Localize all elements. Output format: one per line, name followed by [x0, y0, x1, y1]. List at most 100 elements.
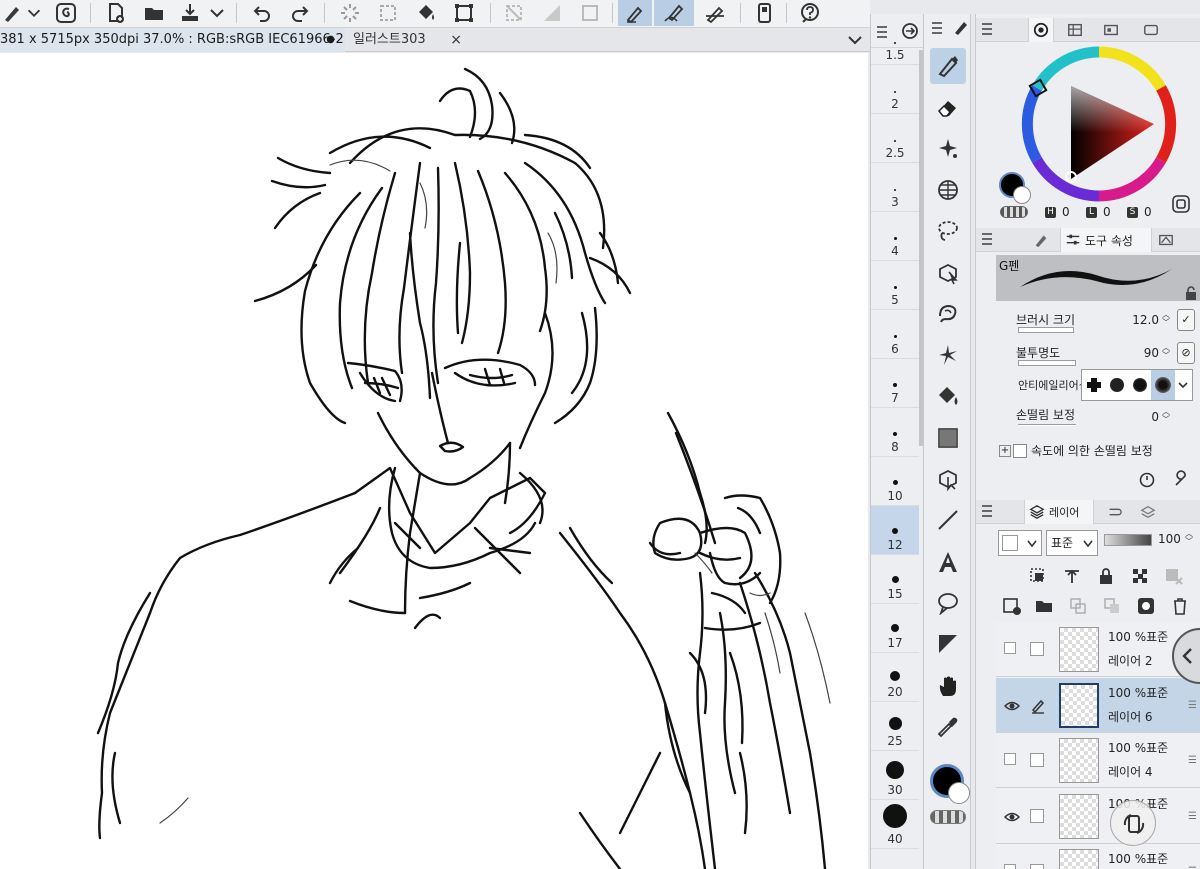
document-tab-active[interactable]: 381 x 5715px 350dpi 37.0% : RGB:sRGB IEC…: [0, 28, 345, 52]
velocity-stabilization-checkbox[interactable]: [1013, 443, 1027, 458]
transfer-down-icon[interactable]: [1068, 596, 1088, 616]
tab-intermediate-color-icon[interactable]: [1098, 18, 1124, 42]
drag-handle-icon[interactable]: ☰: [1188, 700, 1197, 711]
stabilization-icon[interactable]: [654, 0, 694, 26]
balloon-tool-icon[interactable]: [930, 585, 966, 621]
blob-brush-tool-icon[interactable]: [930, 296, 966, 332]
blend-mode-select[interactable]: 표준: [1046, 530, 1098, 556]
layer-row[interactable]: 100 %표준레이어 2☰: [996, 622, 1200, 677]
brush-size-value[interactable]: 12.0: [1132, 313, 1159, 327]
antialias-strong-icon[interactable]: [1151, 370, 1175, 400]
clip-studio-icon[interactable]: [50, 0, 82, 26]
document-tab-illust303[interactable]: 일러스트303 ×: [345, 28, 470, 52]
brush-size-option[interactable]: 8: [871, 408, 919, 457]
brush-size-spinner[interactable]: ︿ ﹀: [1161, 311, 1171, 329]
tab-layer-property-icon[interactable]: [1100, 500, 1128, 524]
line-tool-icon[interactable]: [930, 502, 966, 538]
pen-tab-icon[interactable]: [952, 18, 970, 36]
help-icon[interactable]: [794, 0, 826, 26]
mask-icon[interactable]: [1164, 566, 1184, 586]
tab-sub-tool-icon[interactable]: [1028, 228, 1054, 252]
brush-size-option[interactable]: 6: [871, 310, 919, 359]
drawing-canvas[interactable]: [0, 53, 868, 869]
brush-size-option[interactable]: 5: [871, 261, 919, 310]
layer-row[interactable]: 100 %표준 레이어 6 ☰: [996, 677, 1200, 733]
layer-row[interactable]: 100 %표준☰: [996, 788, 1200, 844]
visibility-checkbox[interactable]: [1004, 864, 1020, 869]
layer-checkbox[interactable]: [1030, 864, 1044, 869]
panel-grip-icon[interactable]: [982, 23, 992, 35]
undo-icon[interactable]: [246, 0, 278, 26]
brush-size-option[interactable]: 3: [871, 163, 919, 212]
new-raster-layer-icon[interactable]: [1002, 596, 1022, 616]
tab-color-set-icon[interactable]: [1062, 18, 1088, 42]
brush-size-option[interactable]: 7: [871, 359, 919, 408]
layer-checkbox[interactable]: [1030, 753, 1044, 767]
clear-selection-icon[interactable]: [372, 0, 404, 26]
tab-layer-search-icon[interactable]: [1134, 500, 1162, 524]
layer-thumbnail[interactable]: [1059, 682, 1099, 728]
merge-down-icon[interactable]: [1102, 596, 1122, 616]
new-file-icon[interactable]: [100, 0, 132, 26]
pressure-toggle-icon[interactable]: ✓: [1177, 309, 1195, 331]
tab-brush-shape-icon[interactable]: [1152, 228, 1180, 252]
layer-row[interactable]: 100 %표준☰: [996, 844, 1200, 869]
close-icon[interactable]: ×: [450, 28, 462, 52]
background-color-swatch[interactable]: [1013, 186, 1031, 204]
brush-size-option[interactable]: 30: [871, 751, 919, 800]
ruler-snap-icon[interactable]: [536, 0, 568, 26]
eye-icon[interactable]: [1003, 698, 1021, 712]
brush-size-option[interactable]: 4: [871, 212, 919, 261]
opacity-no-entry-icon[interactable]: ⊘: [1177, 342, 1195, 364]
ruler-icon[interactable]: [698, 0, 732, 26]
layer-opacity-slider[interactable]: [1104, 534, 1152, 546]
layer-thumbnail[interactable]: [1059, 793, 1099, 839]
opacity-slider[interactable]: [1018, 360, 1076, 366]
frame-tool-icon[interactable]: [930, 626, 966, 662]
layer-color-select[interactable]: [998, 530, 1042, 556]
stabilization-slider[interactable]: [1018, 424, 1076, 426]
loading-icon[interactable]: [334, 0, 366, 26]
layer-checkbox[interactable]: [1030, 642, 1044, 656]
expand-icon[interactable]: +: [999, 444, 1011, 457]
brush-size-slider[interactable]: [1018, 327, 1074, 333]
sub-color-swatch[interactable]: [948, 782, 970, 804]
brush-size-option[interactable]: 17: [871, 604, 919, 653]
brush-size-option[interactable]: 15: [871, 555, 919, 604]
layer-row[interactable]: 100 %표준 레이어 4 ☰: [996, 733, 1200, 788]
brush-size-option[interactable]: 2.5: [871, 114, 919, 163]
decoration-tool-icon[interactable]: [930, 131, 966, 167]
tab-tool-property[interactable]: 도구 속성: [1060, 228, 1152, 252]
eye-icon[interactable]: [1003, 809, 1021, 823]
sparkle-tool-icon[interactable]: [930, 337, 966, 373]
brush-size-option[interactable]: 2: [871, 65, 919, 114]
chevron-down-icon[interactable]: [206, 0, 228, 26]
operation-tool-icon[interactable]: [930, 461, 966, 497]
layer-opacity-spinner[interactable]: ︿ ﹀: [1184, 530, 1194, 548]
layer-checkbox[interactable]: [1030, 808, 1044, 823]
create-mask-icon[interactable]: [1136, 596, 1156, 616]
opacity-value[interactable]: 90: [1144, 346, 1159, 360]
redo-icon[interactable]: [284, 0, 316, 26]
color-mode-icon[interactable]: [1171, 194, 1191, 214]
text-tool-icon[interactable]: [930, 544, 966, 580]
opacity-spinner[interactable]: ︿ ﹀: [1161, 344, 1171, 362]
stabilization-value[interactable]: 0: [1151, 410, 1159, 424]
open-file-icon[interactable]: [138, 0, 170, 26]
brush-preview[interactable]: G펜: [996, 255, 1200, 301]
fill-tool-icon[interactable]: [930, 378, 966, 414]
stabilization-spinner[interactable]: ︿ ﹀: [1161, 408, 1171, 426]
clipping-icon[interactable]: [1028, 566, 1048, 586]
layer-thumbnail[interactable]: [1059, 849, 1099, 869]
brush-size-option[interactable]: 1.5: [871, 16, 919, 65]
panel-grip-icon[interactable]: [982, 505, 992, 517]
pen-tool-icon[interactable]: [930, 48, 966, 84]
reference-layer-icon[interactable]: [1062, 566, 1082, 586]
antialias-medium-icon[interactable]: [1128, 370, 1151, 400]
antialias-weak-icon[interactable]: [1105, 370, 1128, 400]
lock-transparent-icon[interactable]: [1130, 566, 1150, 586]
reset-timer-icon[interactable]: [1138, 470, 1156, 488]
visibility-checkbox[interactable]: [1004, 642, 1020, 656]
drag-handle-icon[interactable]: ☰: [1188, 811, 1197, 822]
brush-size-option[interactable]: 20: [871, 653, 919, 702]
